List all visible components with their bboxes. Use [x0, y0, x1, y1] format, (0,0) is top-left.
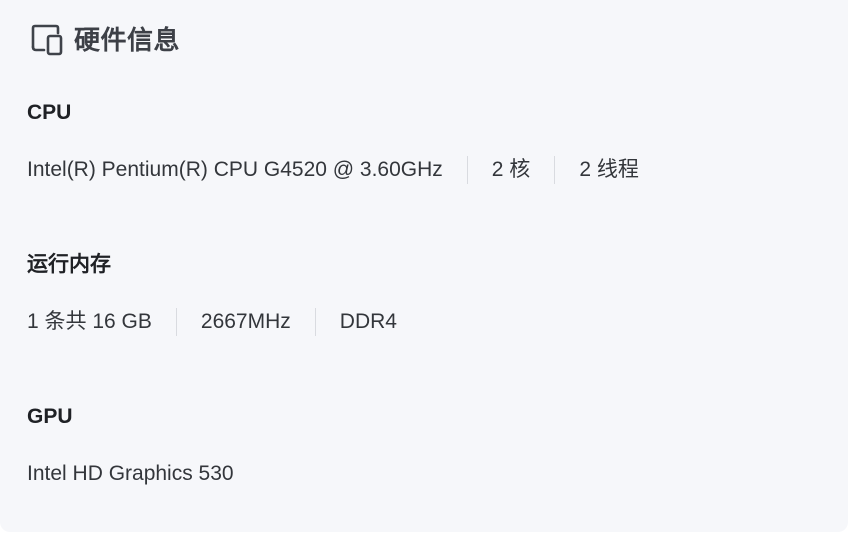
spec-divider: [554, 156, 556, 184]
cpu-model: Intel(R) Pentium(R) CPU G4520 @ 3.60GHz: [27, 158, 443, 181]
spec-divider: [314, 308, 316, 336]
cpu-specs: Intel(R) Pentium(R) CPU G4520 @ 3.60GHz …: [27, 155, 817, 185]
cpu-title: CPU: [27, 101, 72, 124]
memory-specs: 1 条共 16 GB 2667MHz DDR4: [27, 307, 817, 337]
gpu-model: Intel HD Graphics 530: [27, 462, 234, 485]
memory-section: 运行内存 1 条共 16 GB 2667MHz DDR4: [27, 251, 817, 337]
cpu-cores: 2 核: [491, 158, 531, 181]
card-title: 硬件信息: [74, 25, 181, 55]
card-header: 硬件信息: [30, 22, 180, 58]
gpu-title: GPU: [27, 405, 73, 428]
gpu-specs: Intel HD Graphics 530: [27, 459, 817, 489]
gpu-section: GPU Intel HD Graphics 530: [27, 403, 817, 489]
memory-type: DDR4: [339, 310, 397, 333]
hardware-info-card: 硬件信息 CPU Intel(R) Pentium(R) CPU G4520 @…: [0, 0, 848, 532]
memory-frequency: 2667MHz: [200, 310, 291, 333]
devices-icon: [30, 23, 64, 57]
spec-divider: [175, 308, 177, 336]
cpu-threads: 2 线程: [579, 158, 639, 181]
cpu-section: CPU Intel(R) Pentium(R) CPU G4520 @ 3.60…: [27, 99, 817, 185]
memory-title: 运行内存: [27, 253, 111, 276]
spec-divider: [466, 156, 468, 184]
memory-capacity: 1 条共 16 GB: [27, 310, 152, 333]
